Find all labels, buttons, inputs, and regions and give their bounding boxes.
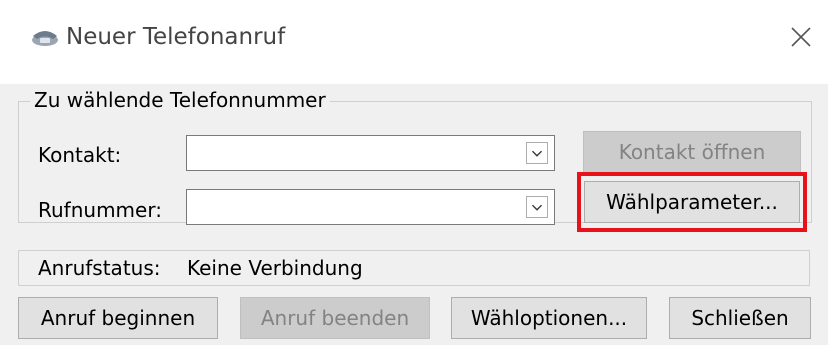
title-bar: Neuer Telefonanruf bbox=[0, 0, 828, 84]
highlight-box bbox=[577, 172, 807, 232]
close-icon[interactable] bbox=[786, 22, 816, 52]
dial-options-button[interactable]: Wähloptionen... bbox=[451, 297, 647, 339]
number-label: Rufnummer: bbox=[38, 198, 162, 222]
contact-combobox[interactable] bbox=[186, 135, 555, 171]
status-value: Keine Verbindung bbox=[187, 256, 363, 280]
open-contact-button[interactable]: Kontakt öffnen bbox=[583, 131, 801, 173]
end-call-button[interactable]: Anruf beenden bbox=[240, 297, 430, 339]
window-title: Neuer Telefonanruf bbox=[66, 24, 286, 50]
number-combobox[interactable] bbox=[186, 189, 555, 225]
group-legend: Zu wählende Telefonnummer bbox=[30, 88, 330, 112]
close-button[interactable]: Schließen bbox=[669, 297, 811, 339]
phone-call-dialog: Neuer Telefonanruf Zu wählende Telefonnu… bbox=[0, 0, 828, 345]
chevron-down-icon[interactable] bbox=[526, 196, 548, 218]
start-call-button[interactable]: Anruf beginnen bbox=[18, 297, 218, 339]
contact-label: Kontakt: bbox=[38, 143, 122, 167]
phone-icon bbox=[32, 31, 58, 46]
status-label: Anrufstatus: bbox=[38, 256, 161, 280]
chevron-down-icon[interactable] bbox=[526, 142, 548, 164]
